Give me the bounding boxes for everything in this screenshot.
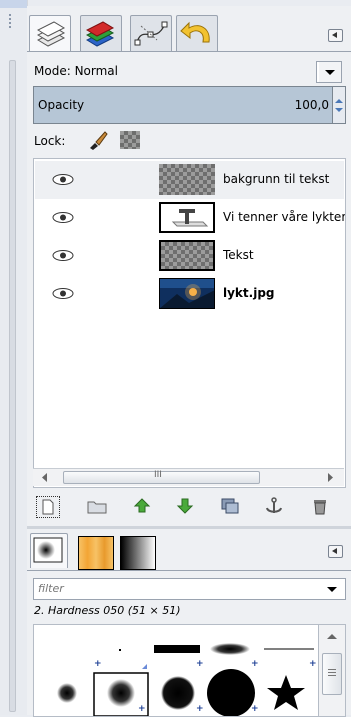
duplicate-layer-button[interactable] [219, 496, 241, 516]
tab-channels[interactable] [80, 15, 122, 52]
filter-placeholder: filter [38, 582, 64, 595]
lower-layer-icon [176, 498, 194, 514]
brush-filter-input[interactable]: filter [33, 578, 346, 600]
layer-row[interactable]: bakgrunn til tekst [35, 161, 344, 199]
eye-icon[interactable] [52, 174, 74, 185]
new-group-icon [87, 501, 107, 514]
new-layer-group-button[interactable] [86, 496, 108, 516]
brush-corner-marker [142, 664, 147, 669]
drag-handle-dots[interactable] [9, 14, 11, 28]
layer-thumbnail[interactable] [159, 240, 215, 271]
layer-name[interactable]: Vi tenner våre lykter [223, 210, 345, 224]
anchor-layer-button[interactable] [263, 496, 285, 516]
tab-menu-button[interactable] [328, 29, 343, 42]
anchor-layer-icon [266, 497, 282, 513]
layer-name[interactable]: lykt.jpg [223, 286, 345, 300]
plus-icon: + [309, 659, 317, 669]
plus-icon: + [94, 659, 102, 669]
layers-icon [36, 21, 66, 47]
scroll-grip-icon [328, 669, 336, 677]
layer-name[interactable]: Tekst [223, 248, 345, 262]
dock-separator[interactable] [27, 526, 351, 529]
opacity-spin-arrows[interactable] [332, 87, 345, 123]
scroll-up-icon[interactable] [327, 633, 337, 640]
brush-hardness-050 [107, 679, 135, 707]
layer-row[interactable]: lykt.jpg [35, 275, 344, 313]
delete-layer-icon [314, 500, 326, 515]
text-tool-icon [171, 209, 209, 227]
scroll-thumb-grip: III [154, 470, 162, 480]
alpha-checker-icon[interactable] [120, 131, 140, 149]
gradients-icon[interactable] [120, 536, 156, 570]
brush-soft-small [57, 683, 77, 703]
tab-paths[interactable] [130, 15, 172, 52]
plus-icon: + [251, 704, 259, 714]
layer-name[interactable]: bakgrunn til tekst [223, 172, 345, 186]
lock-label: Lock: [34, 134, 66, 148]
opacity-label: Opacity [38, 98, 85, 112]
paths-icon [134, 21, 168, 46]
eye-icon[interactable] [52, 288, 74, 299]
scrollbar-thumb[interactable]: III [63, 470, 260, 484]
tab-bar-border [27, 51, 351, 52]
opacity-value[interactable]: 100,0 [295, 98, 329, 112]
undo-history-icon [180, 21, 210, 43]
patterns-icon[interactable] [78, 536, 114, 570]
brush-block [154, 645, 200, 653]
tab-undo-history[interactable] [176, 15, 218, 52]
brush-pixel [119, 649, 121, 651]
scroll-left-icon[interactable] [41, 473, 49, 482]
brush-scrollbar-thumb[interactable] [322, 653, 342, 695]
delete-layer-button[interactable] [309, 496, 331, 516]
selected-brush-label: 2. Hardness 050 (51 × 51) [34, 604, 181, 617]
raise-layer-icon [133, 498, 151, 513]
chevron-down-icon [319, 62, 341, 82]
raise-layer-button[interactable] [131, 496, 153, 516]
brush-tab-menu-button[interactable] [328, 545, 343, 558]
new-layer-icon [42, 499, 54, 515]
layers-hscrollbar[interactable]: III [33, 468, 344, 486]
left-dock-header [0, 0, 27, 8]
layers-list[interactable]: bakgrunn til tekst Vi tenner våre lykter… [33, 158, 346, 488]
brush-hardness-100 [207, 669, 255, 716]
plus-icon: + [196, 704, 204, 714]
eye-icon[interactable] [52, 212, 74, 223]
mode-label: Mode: [34, 64, 71, 78]
brush-tab-bar-border [27, 570, 351, 571]
layer-row[interactable]: Tekst [35, 237, 344, 275]
plus-icon: + [138, 704, 146, 714]
plus-icon: + [196, 659, 204, 669]
layer-thumbnail[interactable] [159, 164, 215, 195]
text-layer-thumbnail[interactable] [159, 202, 215, 233]
new-layer-button[interactable] [36, 496, 60, 518]
channels-icon [85, 21, 115, 47]
duplicate-layer-icon [221, 498, 239, 514]
tab-brushes[interactable] [30, 533, 68, 568]
brush-grid[interactable]: + + + + + + + [33, 624, 320, 717]
tab-layers[interactable] [29, 15, 71, 52]
brush-previews [57, 643, 314, 716]
eye-icon[interactable] [52, 250, 74, 261]
layer-row[interactable]: Vi tenner våre lykter [35, 199, 345, 237]
mode-dropdown[interactable] [316, 61, 342, 83]
lower-layer-button[interactable] [174, 496, 196, 516]
left-dock-scrollbar[interactable] [9, 60, 16, 712]
mode-row: Mode: Normal [34, 64, 118, 78]
paintbrush-icon[interactable] [86, 129, 108, 151]
photo-thumbnail[interactable] [159, 278, 215, 309]
brushes-icon [33, 537, 63, 563]
scroll-right-icon[interactable] [327, 473, 335, 482]
brush-vscrollbar[interactable] [318, 624, 346, 717]
brush-hardness-075 [161, 676, 195, 710]
brush-star [267, 675, 305, 710]
brush-ellipse [210, 643, 250, 655]
plus-icon: + [251, 659, 259, 669]
opacity-spinscale[interactable]: Opacity 100,0 [33, 86, 346, 124]
mode-value[interactable]: Normal [75, 64, 118, 78]
left-dock-strip [0, 0, 28, 715]
